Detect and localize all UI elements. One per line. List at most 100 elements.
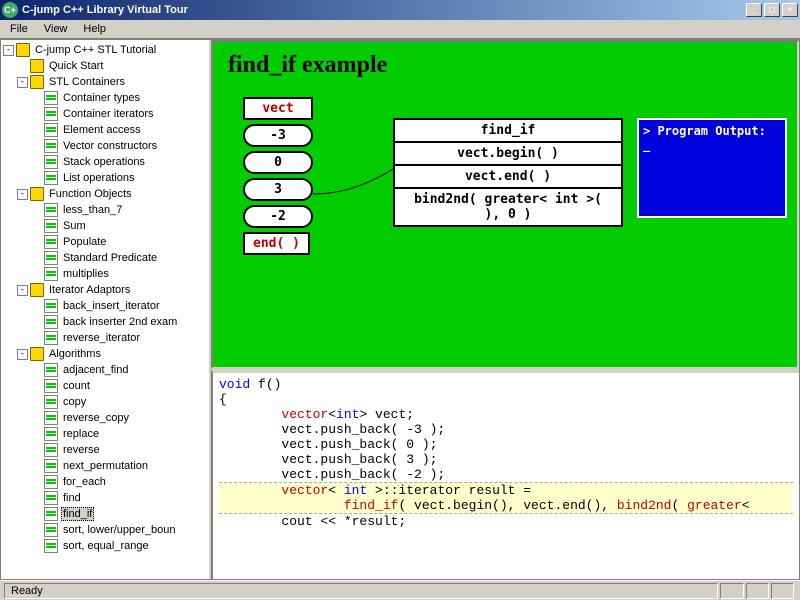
collapse-icon[interactable]: - [17, 189, 28, 200]
tree-item[interactable]: List operations [31, 170, 207, 186]
connector-line [313, 164, 393, 199]
tree-item[interactable]: -Algorithms [17, 346, 207, 362]
tree-item[interactable]: next_permutation [31, 458, 207, 474]
tree-item[interactable]: reverse_copy [31, 410, 207, 426]
tree-item[interactable]: Sum [31, 218, 207, 234]
tree-item[interactable]: back inserter 2nd exam [31, 314, 207, 330]
code-line: vect.push_back( 3 ); [219, 452, 793, 467]
call-row: vect.begin( ) [393, 141, 623, 166]
menu-view[interactable]: View [36, 21, 76, 37]
tree-item-selected[interactable]: find_if [31, 506, 207, 522]
tree-item[interactable]: reverse_iterator [31, 330, 207, 346]
output-box: > Program Output: _ [637, 118, 787, 218]
book-icon [30, 187, 44, 201]
tree-item[interactable]: Stack operations [31, 154, 207, 170]
tree-item[interactable]: Standard Predicate [31, 250, 207, 266]
tree-item[interactable]: -STL Containers [17, 74, 207, 90]
page-icon [44, 299, 58, 313]
page-icon [44, 107, 58, 121]
output-cursor: _ [643, 138, 781, 152]
page-icon [44, 395, 58, 409]
tree-item[interactable]: count [31, 378, 207, 394]
vect-value: 3 [243, 178, 313, 201]
page-icon [44, 123, 58, 137]
book-icon [30, 59, 44, 73]
tree-item[interactable]: replace [31, 426, 207, 442]
title-bar: C+ C-jump C++ Library Virtual Tour _ □ × [0, 0, 800, 20]
tree-item[interactable]: sort, lower/upper_boun [31, 522, 207, 538]
tree-item[interactable]: Vector constructors [31, 138, 207, 154]
tree-item[interactable]: for_each [31, 474, 207, 490]
page-icon [44, 459, 58, 473]
page-icon [44, 235, 58, 249]
maximize-button[interactable]: □ [764, 3, 780, 17]
tree-item[interactable]: reverse [31, 442, 207, 458]
tree-item[interactable]: Quick Start [17, 58, 207, 74]
tree-item[interactable]: find [31, 490, 207, 506]
collapse-icon[interactable]: - [3, 45, 14, 56]
code-line: void f() [219, 377, 793, 392]
main-area: -C-jump C++ STL Tutorial Quick Start -ST… [0, 39, 800, 580]
book-icon [30, 283, 44, 297]
page-icon [44, 523, 58, 537]
tree-item[interactable]: Element access [31, 122, 207, 138]
page-icon [44, 379, 58, 393]
menu-bar: File View Help [0, 20, 800, 39]
page-icon [44, 251, 58, 265]
code-line: { [219, 392, 793, 407]
menu-help[interactable]: Help [75, 21, 114, 37]
app-icon: C+ [2, 2, 18, 18]
code-line: find_if( vect.begin(), vect.end(), bind2… [219, 498, 793, 513]
code-line: vector<int> vect; [219, 407, 793, 422]
page-icon [44, 155, 58, 169]
close-button[interactable]: × [782, 3, 798, 17]
page-icon [44, 203, 58, 217]
tree-item[interactable]: -Function Objects [17, 186, 207, 202]
code-pane[interactable]: void f() { vector<int> vect; vect.push_b… [211, 369, 799, 579]
status-cell [720, 583, 743, 599]
code-highlight: vector< int >::iterator result = find_if… [219, 482, 793, 514]
tree-item[interactable]: sort, equal_range [31, 538, 207, 554]
code-line: vector< int >::iterator result = [219, 483, 793, 498]
tree-item[interactable]: multiplies [31, 266, 207, 282]
page-icon [44, 171, 58, 185]
tree-sidebar[interactable]: -C-jump C++ STL Tutorial Quick Start -ST… [1, 40, 211, 579]
tree-item[interactable]: less_than_7 [31, 202, 207, 218]
output-title: > Program Output: [643, 124, 781, 138]
tree-root[interactable]: -C-jump C++ STL Tutorial [3, 42, 207, 58]
call-row: vect.end( ) [393, 164, 623, 189]
menu-file[interactable]: File [2, 21, 36, 37]
page-icon [44, 91, 58, 105]
window-title: C-jump C++ Library Virtual Tour [22, 4, 746, 16]
book-icon [30, 75, 44, 89]
page-icon [44, 411, 58, 425]
page-icon [44, 443, 58, 457]
collapse-icon[interactable]: - [17, 285, 28, 296]
code-line: cout << *result; [219, 514, 793, 529]
page-icon [44, 315, 58, 329]
call-row: find_if [393, 118, 623, 143]
tree-item[interactable]: Populate [31, 234, 207, 250]
vect-value: -2 [243, 205, 313, 228]
status-text: Ready [4, 583, 718, 599]
code-line: vect.push_back( -2 ); [219, 467, 793, 482]
vect-label: vect [243, 97, 313, 120]
collapse-icon[interactable]: - [17, 77, 28, 88]
collapse-icon[interactable]: - [17, 349, 28, 360]
tree-item[interactable]: -Iterator Adaptors [17, 282, 207, 298]
page-icon [44, 475, 58, 489]
status-cell [771, 583, 794, 599]
code-line: vect.push_back( 0 ); [219, 437, 793, 452]
page-icon [44, 427, 58, 441]
page-icon [44, 539, 58, 553]
book-icon [16, 43, 30, 57]
tree-item[interactable]: adjacent_find [31, 362, 207, 378]
tree-item[interactable]: Container iterators [31, 106, 207, 122]
tree-item[interactable]: Container types [31, 90, 207, 106]
minimize-button[interactable]: _ [746, 3, 762, 17]
tree-item[interactable]: copy [31, 394, 207, 410]
page-icon [44, 331, 58, 345]
page-icon [44, 267, 58, 281]
page-icon [44, 363, 58, 377]
tree-item[interactable]: back_insert_iterator [31, 298, 207, 314]
